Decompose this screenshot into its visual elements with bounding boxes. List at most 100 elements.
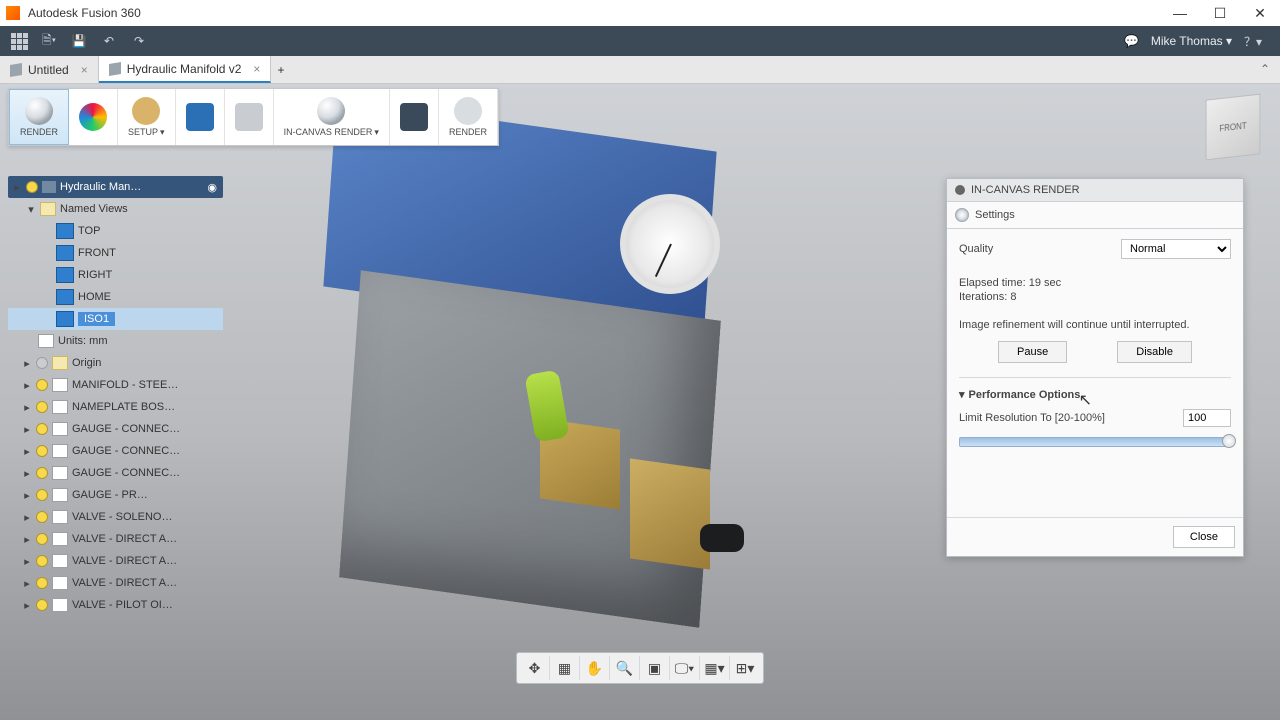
limit-resolution-input[interactable] (1183, 409, 1231, 427)
app-grid-icon[interactable] (8, 30, 30, 52)
component-item[interactable]: ▸VALVE - DIRECT A… (8, 550, 223, 572)
appearance-button[interactable] (69, 89, 118, 145)
navigation-bar: ✥ ▦ ✋ 🔍 ▣ 🖵▾ ▦▾ ⊞▾ (516, 652, 764, 684)
window-minimize-button[interactable]: — (1160, 0, 1200, 26)
quality-label: Quality (959, 243, 993, 255)
in-canvas-render-button[interactable]: IN-CANVAS RENDER ▾ (274, 89, 390, 145)
sphere-icon (317, 97, 345, 125)
close-tab-icon[interactable]: × (253, 62, 260, 76)
pan-icon[interactable]: ✋ (580, 656, 610, 680)
capture-button[interactable] (390, 89, 439, 145)
refinement-hint: Image refinement will continue until int… (959, 319, 1231, 331)
undo-icon[interactable]: ↶ (98, 30, 120, 52)
teapot-icon (454, 97, 482, 125)
panel-header[interactable]: IN-CANVAS RENDER (947, 179, 1243, 202)
component-item[interactable]: ▸NAMEPLATE BOS… (8, 396, 223, 418)
component-icon (52, 422, 68, 436)
close-button[interactable]: Close (1173, 526, 1235, 548)
component-item[interactable]: ▸VALVE - DIRECT A… (8, 572, 223, 594)
help-icon[interactable]: ？▾ (1242, 30, 1264, 52)
grid-settings-icon[interactable]: ▦▾ (700, 656, 730, 680)
panel-title: IN-CANVAS RENDER (971, 184, 1080, 196)
folder-icon (40, 202, 56, 216)
document-tab-untitled[interactable]: Untitled × (0, 56, 99, 83)
scene-settings-button[interactable]: SETUP ▾ (118, 89, 176, 145)
component-item[interactable]: ▸GAUGE - CONNEC… (8, 418, 223, 440)
limit-resolution-label: Limit Resolution To [20-100%] (959, 412, 1105, 424)
component-icon (52, 554, 68, 568)
iterations-text: Iterations: 8 (959, 291, 1231, 303)
component-icon (52, 532, 68, 546)
component-item[interactable]: ▸VALVE - SOLENO… (8, 506, 223, 528)
render-toolbar: RENDER SETUP ▾ IN-CANVAS RENDER ▾ RENDER (8, 88, 499, 146)
texture-map-button[interactable] (176, 89, 225, 145)
component-item[interactable]: ▸GAUGE - CONNEC… (8, 462, 223, 484)
save-render-icon (400, 103, 428, 131)
named-view-front[interactable]: FRONT (8, 242, 223, 264)
doc-icon (38, 334, 54, 348)
user-menu[interactable]: Mike Thomas ▾ (1151, 34, 1232, 48)
component-item[interactable]: ▸GAUGE - CONNEC… (8, 440, 223, 462)
window-close-button[interactable]: ✕ (1240, 0, 1280, 26)
component-icon (52, 400, 68, 414)
fit-icon[interactable]: ▣ (640, 656, 670, 680)
named-view-right[interactable]: RIGHT (8, 264, 223, 286)
tab-label: Hydraulic Manifold v2 (127, 62, 242, 76)
panel-icon (955, 185, 965, 195)
component-icon (52, 378, 68, 392)
window-maximize-button[interactable]: ☐ (1200, 0, 1240, 26)
mouse-cursor-icon: ↖ (1079, 390, 1092, 410)
view-icon (56, 289, 74, 305)
document-tab-hydraulic[interactable]: Hydraulic Manifold v2 × (99, 56, 272, 83)
viewport-settings-icon[interactable]: ⊞▾ (730, 656, 760, 680)
component-item[interactable]: ▸GAUGE - PR… (8, 484, 223, 506)
settings-icon (955, 208, 969, 222)
look-at-icon[interactable]: ▦ (550, 656, 580, 680)
limit-resolution-slider[interactable] (959, 437, 1231, 447)
view-icon (56, 311, 74, 327)
settings-tab[interactable]: Settings (947, 202, 1243, 229)
component-icon (52, 488, 68, 502)
orbit-icon[interactable]: ✥ (520, 656, 550, 680)
palette-icon (79, 103, 107, 131)
disable-button[interactable]: Disable (1117, 341, 1192, 363)
render-button[interactable]: RENDER (439, 89, 498, 145)
workspace-render-button[interactable]: RENDER (9, 89, 69, 145)
slider-thumb[interactable] (1222, 434, 1236, 448)
named-view-top[interactable]: TOP (8, 220, 223, 242)
component-item[interactable]: ▸VALVE - DIRECT A… (8, 528, 223, 550)
performance-options-header[interactable]: ▾ Performance Options (959, 388, 1231, 401)
component-item[interactable]: ▸VALVE - PILOT OI… (8, 594, 223, 616)
component-icon (52, 598, 68, 612)
decal-button[interactable] (225, 89, 274, 145)
comments-icon[interactable]: 💬 (1121, 30, 1143, 52)
named-view-iso1[interactable]: ISO1 (8, 308, 223, 330)
pause-button[interactable]: Pause (998, 341, 1067, 363)
units-item[interactable]: Units: mm (8, 330, 223, 352)
view-icon (56, 245, 74, 261)
view-icon (56, 267, 74, 283)
document-tabs: Untitled × Hydraulic Manifold v2 × + ⌃ (0, 56, 1280, 84)
expand-ribbon-icon[interactable]: ⌃ (1250, 56, 1280, 83)
component-icon (52, 510, 68, 524)
app-title: Autodesk Fusion 360 (28, 6, 141, 20)
redo-icon[interactable]: ↷ (128, 30, 150, 52)
quality-select[interactable]: Normal (1121, 239, 1231, 259)
view-icon (56, 223, 74, 239)
model-render (260, 124, 800, 644)
in-canvas-render-panel: IN-CANVAS RENDER Settings Quality Normal… (946, 178, 1244, 557)
origin-item[interactable]: ▸ Origin (8, 352, 223, 374)
root-component[interactable]: ▸ Hydraulic Man… ◉ (8, 176, 223, 198)
save-icon[interactable]: 💾 (68, 30, 90, 52)
view-cube[interactable]: FRONT (1206, 94, 1261, 161)
zoom-icon[interactable]: 🔍 (610, 656, 640, 680)
cube-icon (10, 62, 22, 76)
display-settings-icon[interactable]: 🖵▾ (670, 656, 700, 680)
window-titlebar: Autodesk Fusion 360 — ☐ ✕ (0, 0, 1280, 26)
named-view-home[interactable]: HOME (8, 286, 223, 308)
named-views-folder[interactable]: ▾ Named Views (8, 198, 223, 220)
component-item[interactable]: ▸MANIFOLD - STEE… (8, 374, 223, 396)
file-menu-icon[interactable]: 🗎▾ (38, 30, 60, 52)
new-tab-button[interactable]: + (271, 56, 290, 83)
close-tab-icon[interactable]: × (81, 63, 88, 77)
